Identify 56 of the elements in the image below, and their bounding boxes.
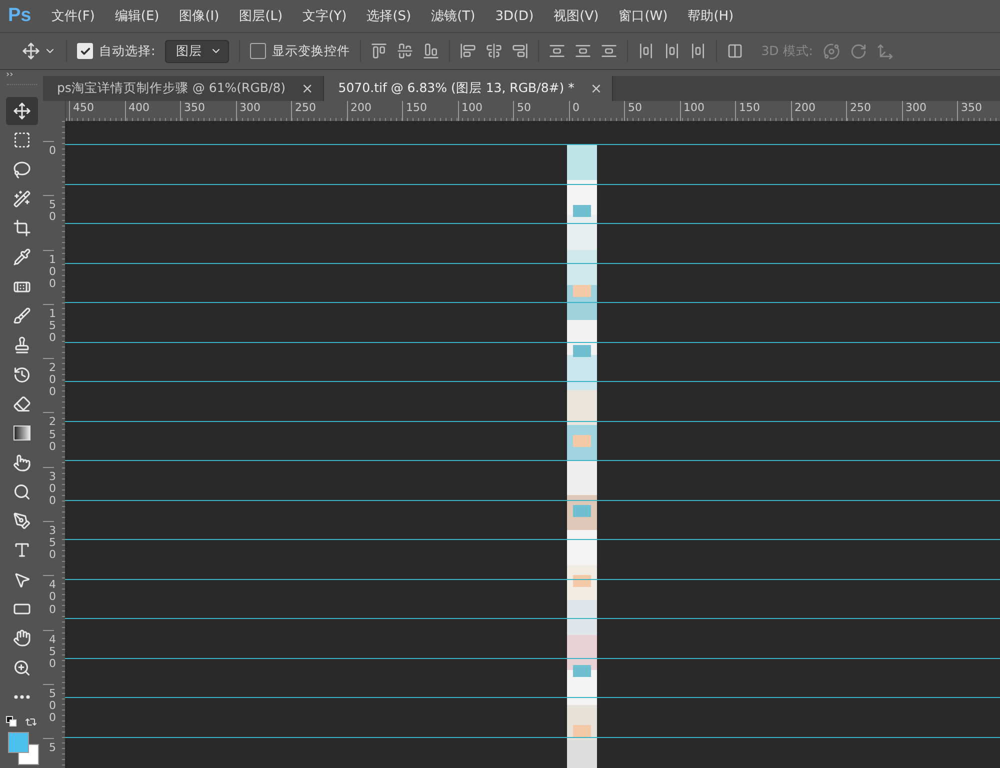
menu-item[interactable]: 图像(I) (179, 7, 220, 25)
ruler-label: 500 (43, 684, 54, 738)
ruler-label: 50 (43, 195, 54, 250)
ruler-label: 0 (43, 141, 54, 196)
ruler-label: 150 (43, 304, 54, 358)
hand-icon (12, 629, 30, 648)
menu-item[interactable]: 编辑(E) (114, 7, 160, 25)
more-icon (14, 694, 30, 699)
crop-icon (12, 219, 30, 238)
menu-item[interactable]: 窗口(W) (618, 7, 668, 25)
ruler-label: 5 (43, 738, 54, 768)
swap-colors-icon[interactable] (25, 716, 37, 728)
magic-wand-icon (12, 190, 30, 208)
brush-icon (12, 307, 30, 326)
ruler-label: 100 (43, 250, 54, 304)
type-icon (12, 541, 30, 560)
lasso-icon (12, 160, 30, 179)
checkbox-label: 显示变换控件 (272, 42, 350, 60)
menu-item[interactable]: 文件(F) (51, 7, 95, 25)
move-tool[interactable] (6, 97, 38, 125)
ruler-label: 200 (43, 358, 54, 412)
checkbox-label: 自动选择: (99, 42, 156, 60)
finger-icon (12, 454, 30, 472)
default-colors-icon[interactable] (6, 716, 17, 728)
target-dropdown[interactable]: 图层 (165, 40, 230, 62)
gradient-icon (12, 424, 30, 442)
collapse-toggle[interactable]: ›› (0, 70, 14, 84)
stamp-icon (12, 336, 30, 354)
close-icon[interactable]: × (302, 80, 314, 96)
eraser-icon (12, 394, 30, 413)
pen-icon (12, 512, 30, 530)
checkbox[interactable] (250, 43, 266, 59)
check-icon (80, 46, 90, 56)
dodge-icon (12, 482, 30, 501)
history-brush-icon (12, 366, 30, 384)
close-icon[interactable]: × (590, 80, 602, 96)
ruler-label: 250 (43, 412, 54, 467)
menu-item[interactable]: 选择(S) (366, 7, 412, 25)
ruler-label: 450 (43, 630, 54, 684)
arrow-pointer-icon (12, 570, 30, 589)
ruler-label: 400 (43, 575, 54, 630)
move-icon[interactable] (22, 42, 40, 60)
menu-item[interactable]: 3D(D) (495, 8, 534, 24)
marquee-icon (12, 131, 30, 150)
document-tab[interactable]: 5070.tif @ 6.83% (图层 13, RGB/8#) * × (324, 76, 614, 101)
menu-item[interactable]: 图层(L) (239, 7, 283, 25)
menu-item[interactable]: 视图(V) (554, 7, 599, 25)
menu-item[interactable]: 帮助(H) (688, 7, 734, 25)
ruler-label: 350 (43, 521, 54, 576)
menu-item[interactable]: 滤镜(T) (431, 7, 476, 25)
menu-item[interactable]: 文字(Y) (302, 7, 347, 25)
ruler-label: 300 (43, 466, 54, 522)
zoom-icon (12, 658, 30, 677)
eyedropper-icon (12, 248, 30, 266)
move-icon (12, 102, 30, 120)
app-logo: Ps (8, 5, 32, 27)
